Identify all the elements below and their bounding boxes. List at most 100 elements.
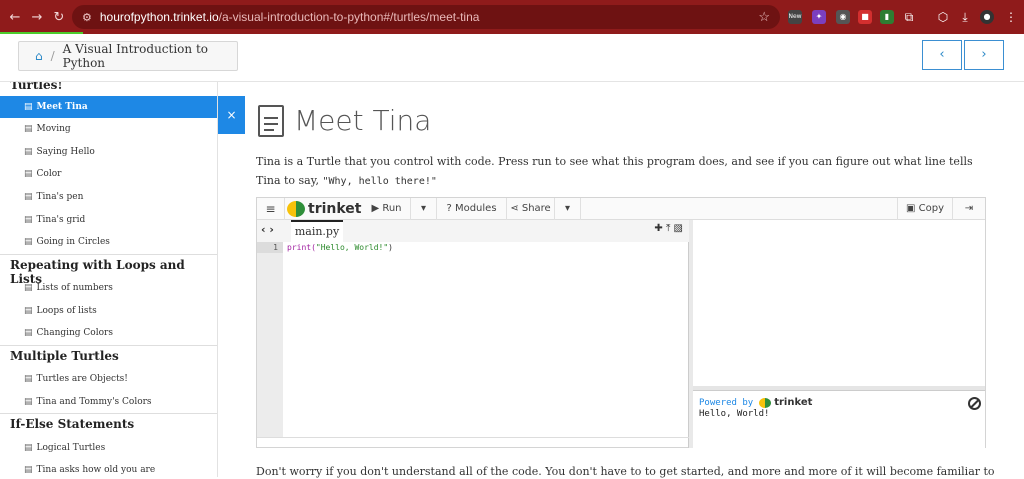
trinket-logo[interactable]: trinket bbox=[287, 200, 361, 218]
sidebar-item-label: Loops of lists bbox=[36, 306, 97, 316]
file-tab-main[interactable]: main.py bbox=[291, 220, 343, 242]
code-fn: print( bbox=[287, 243, 316, 252]
sidebar-item-label: Logical Turtles bbox=[36, 443, 106, 453]
document-icon: ▤ bbox=[24, 237, 33, 247]
sidebar-item-tina-and-tommys-colors[interactable]: ▤ Tina and Tommy's Colors bbox=[0, 391, 217, 413]
sidebar-item-tinas-pen[interactable]: ▤ Tina's pen bbox=[0, 186, 217, 208]
lesson-sidebar: Turtles! ▤ Meet Tina ▤ Moving ▤ Saying Hell… bbox=[0, 82, 218, 477]
sidebar-item-label: Color bbox=[36, 169, 62, 179]
sidebar-item-tinas-grid[interactable]: ▤ Tina's grid bbox=[0, 209, 217, 231]
section-divider bbox=[0, 413, 217, 414]
url-host: hourofpython.trinket.io bbox=[99, 10, 219, 24]
extension-puzzle-purple-icon[interactable]: ✦ bbox=[812, 10, 826, 24]
browser-toolbar: ← → ↻ ⚙ hourofpython.trinket.io/a-visual… bbox=[0, 0, 1024, 34]
breadcrumb-course-title[interactable]: A Visual Introduction to Python bbox=[63, 42, 237, 70]
browser-menu-icon[interactable]: ⋮ bbox=[1004, 10, 1018, 24]
document-icon: ▤ bbox=[24, 102, 33, 112]
sidebar-item-moving[interactable]: ▤ Moving bbox=[0, 118, 217, 140]
image-icon[interactable]: ▧ bbox=[674, 223, 683, 234]
extensions-puzzle-icon[interactable]: ⧉ bbox=[902, 10, 916, 24]
file-tabs: ‹ › main.py ✚ ⤒ ▧ bbox=[257, 220, 689, 242]
download-icon[interactable]: ⤓ bbox=[958, 10, 972, 24]
run-button[interactable]: ▶ Run bbox=[363, 198, 411, 220]
address-bar[interactable]: ⚙ hourofpython.trinket.io/a-visual-intro… bbox=[72, 5, 780, 29]
powered-by-label: Powered by bbox=[699, 397, 754, 408]
forward-icon[interactable]: → bbox=[26, 10, 48, 25]
reload-icon[interactable]: ↻ bbox=[48, 10, 70, 25]
extension-new-icon[interactable]: New bbox=[788, 10, 802, 24]
url-path: /a-visual-introduction-to-python#/turtle… bbox=[218, 10, 480, 24]
page-title: Meet Tina bbox=[258, 104, 431, 137]
trinket-embed: ≡ trinket ▶ Run ▾ ? Modules ⋖ Share ▾ ▣ … bbox=[256, 197, 986, 448]
share-button[interactable]: ⋖ Share bbox=[507, 198, 555, 220]
sidebar-item-label: Moving bbox=[36, 124, 71, 134]
stop-icon[interactable] bbox=[968, 397, 981, 410]
home-icon[interactable]: ⌂ bbox=[35, 49, 43, 63]
page-title-text: Meet Tina bbox=[294, 104, 432, 137]
document-icon: ▤ bbox=[24, 443, 33, 453]
document-icon: ▤ bbox=[24, 306, 33, 316]
extension-red-icon[interactable]: ■ bbox=[858, 10, 872, 24]
sidebar-item-lists-of-numbers[interactable]: ▤ Lists of numbers bbox=[0, 277, 217, 299]
extension-chart-icon[interactable]: ▮ bbox=[880, 10, 894, 24]
powered-by[interactable]: Powered by trinket bbox=[699, 397, 812, 408]
sidebar-item-label: Tina's grid bbox=[36, 215, 86, 225]
turtle-canvas bbox=[693, 220, 985, 386]
sidebar-item-turtles-are-objects[interactable]: ▤ Turtles are Objects! bbox=[0, 368, 217, 390]
caret-down-icon: ▾ bbox=[420, 203, 427, 214]
add-file-icon[interactable]: ✚ bbox=[654, 223, 662, 234]
login-button[interactable]: ⇥ bbox=[953, 198, 985, 220]
menu-button[interactable]: ≡ bbox=[257, 198, 285, 220]
trinket-logo-icon bbox=[759, 397, 772, 408]
document-icon: ▤ bbox=[24, 169, 33, 179]
sidebar-item-meet-tina[interactable]: ▤ Meet Tina bbox=[0, 96, 217, 118]
document-icon: ▤ bbox=[24, 465, 33, 475]
sidebar-item-tina-asks-age[interactable]: ▤ Tina asks how old you are bbox=[0, 459, 217, 477]
breadcrumb-separator: / bbox=[50, 49, 55, 63]
sidebar-item-going-in-circles[interactable]: ▤ Going in Circles bbox=[0, 231, 217, 253]
document-icon: ▤ bbox=[24, 283, 33, 293]
copy-button[interactable]: ▣ Copy bbox=[897, 198, 953, 220]
breadcrumb[interactable]: ⌂ / A Visual Introduction to Python bbox=[18, 41, 238, 71]
line-gutter bbox=[257, 242, 283, 437]
code-string: "Hello, World!" bbox=[315, 243, 389, 252]
editor-footer-divider bbox=[257, 437, 689, 438]
course-header: ⌂ / A Visual Introduction to Python ‹ › bbox=[0, 34, 1024, 82]
bookmark-star-icon[interactable]: ☆ bbox=[758, 9, 770, 25]
sidebar-item-changing-colors[interactable]: ▤ Changing Colors bbox=[0, 322, 217, 344]
document-icon bbox=[258, 104, 284, 137]
sign-in-icon: ⇥ bbox=[964, 203, 974, 214]
sidebar-item-saying-hello[interactable]: ▤ Saying Hello bbox=[0, 141, 217, 163]
code-paren: ) bbox=[388, 243, 393, 252]
sidebar-item-loops-of-lists[interactable]: ▤ Loops of lists bbox=[0, 300, 217, 322]
close-sidebar-button[interactable]: × bbox=[218, 96, 245, 134]
next-page-button[interactable]: › bbox=[964, 40, 1004, 70]
extension-camera-icon[interactable]: ◉ bbox=[836, 10, 850, 24]
run-options-dropdown[interactable]: ▾ bbox=[411, 198, 437, 220]
document-icon: ▤ bbox=[24, 397, 33, 407]
console-output: Hello, World! bbox=[699, 409, 770, 419]
prev-page-button[interactable]: ‹ bbox=[922, 40, 962, 70]
profile-avatar[interactable]: ● bbox=[980, 10, 994, 24]
sidebar-item-color[interactable]: ▤ Color bbox=[0, 163, 217, 185]
modules-button[interactable]: ? Modules bbox=[437, 198, 507, 220]
sidebar-item-label: Tina and Tommy's Colors bbox=[36, 397, 152, 407]
upload-icon[interactable]: ⤒ bbox=[666, 223, 670, 234]
intro-code: "Why, hello there!" bbox=[322, 176, 437, 187]
share-icon: ⋖ bbox=[510, 203, 522, 214]
code-line[interactable]: print("Hello, World!") bbox=[287, 242, 393, 253]
section-divider bbox=[0, 345, 217, 346]
document-icon: ▤ bbox=[24, 124, 33, 134]
back-icon[interactable]: ← bbox=[4, 10, 26, 25]
trinket-logo-icon bbox=[287, 201, 305, 217]
sidebar-item-label: Saying Hello bbox=[36, 147, 95, 157]
document-icon: ▤ bbox=[24, 147, 33, 157]
extension-shield-icon[interactable]: ⬡ bbox=[936, 10, 950, 24]
section-title: Multiple Turtles bbox=[10, 349, 119, 363]
document-icon: ▤ bbox=[24, 374, 33, 384]
code-editor[interactable]: ‹ › main.py ✚ ⤒ ▧ 1 print("Hello, World!… bbox=[257, 220, 689, 448]
file-nav-arrows-icon[interactable]: ‹ › bbox=[261, 223, 274, 236]
sidebar-item-logical-turtles[interactable]: ▤ Logical Turtles bbox=[0, 437, 217, 459]
share-options-dropdown[interactable]: ▾ bbox=[555, 198, 581, 220]
site-settings-icon[interactable]: ⚙ bbox=[82, 11, 92, 24]
